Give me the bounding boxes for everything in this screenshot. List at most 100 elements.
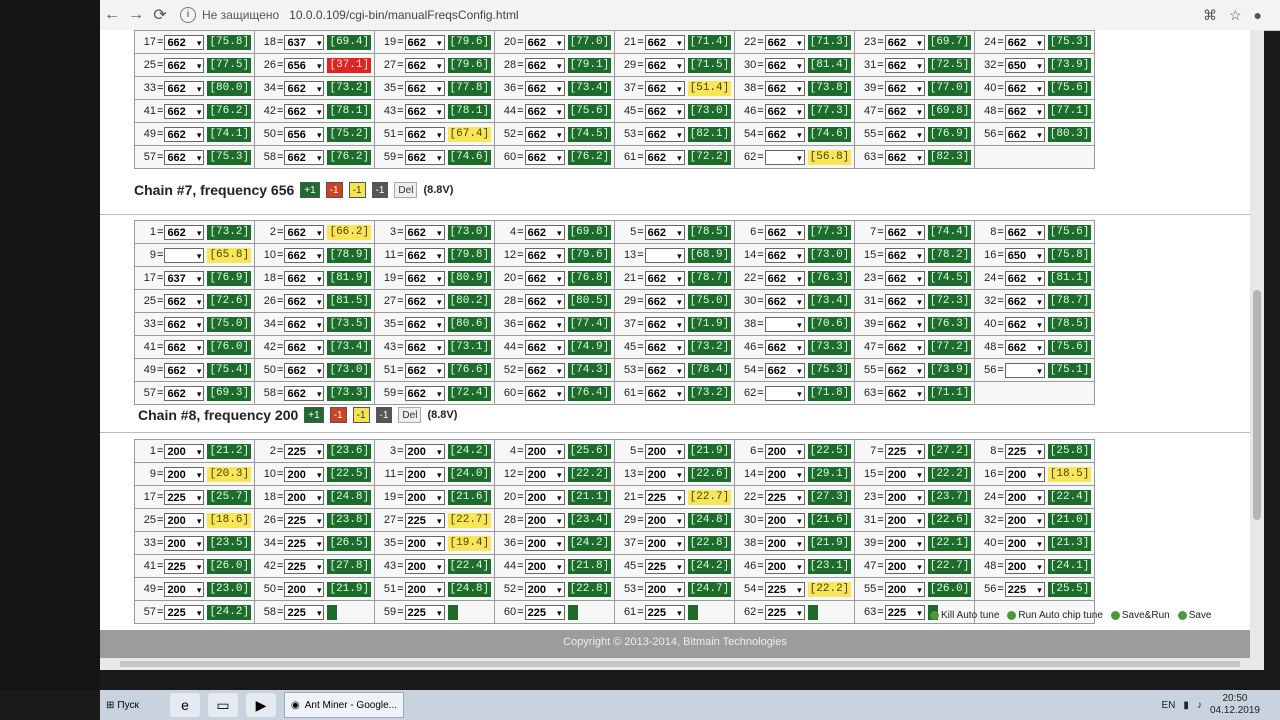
frequency-select[interactable] [764,316,805,333]
frequency-select[interactable]: 650 [1004,57,1045,74]
frequency-select[interactable]: 656 [284,126,325,143]
frequency-select[interactable]: 200 [284,581,325,598]
frequency-select[interactable]: 662 [524,270,565,287]
frequency-select[interactable]: 662 [1004,80,1045,97]
frequency-select[interactable]: 200 [1004,466,1045,483]
frequency-select[interactable]: 225 [644,558,685,575]
frequency-select[interactable]: 662 [164,339,205,356]
frequency-select[interactable]: 662 [404,247,445,264]
frequency-select[interactable]: 200 [764,466,805,483]
frequency-select[interactable]: 225 [764,489,805,506]
frequency-select[interactable]: 662 [1004,270,1045,287]
bookmark-star-icon[interactable]: ☆ [1229,7,1242,24]
frequency-select[interactable]: 200 [524,489,565,506]
frequency-select[interactable]: 662 [644,362,685,379]
frequency-select[interactable]: 662 [404,385,445,402]
frequency-select[interactable]: 200 [524,581,565,598]
frequency-select[interactable]: 662 [404,224,445,241]
frequency-select[interactable]: 662 [644,57,685,74]
frequency-select[interactable]: 662 [284,224,325,241]
chain7-delete-button[interactable]: Del [394,182,418,198]
frequency-select[interactable]: 650 [1004,247,1045,264]
frequency-select[interactable]: 200 [764,558,805,575]
frequency-select[interactable]: 662 [884,385,925,402]
frequency-select[interactable]: 662 [284,103,325,120]
frequency-select[interactable]: 662 [644,385,685,402]
frequency-select[interactable]: 225 [284,604,325,621]
taskbar-app-chrome[interactable]: ◉ Ant Miner - Google... [284,692,404,718]
frequency-select[interactable]: 662 [164,224,205,241]
frequency-select[interactable]: 200 [404,558,445,575]
frequency-select[interactable]: 662 [764,270,805,287]
frequency-select[interactable]: 662 [404,339,445,356]
frequency-select[interactable]: 200 [524,466,565,483]
scroll-thumb[interactable] [120,661,1240,667]
frequency-select[interactable]: 200 [1004,535,1045,552]
frequency-select[interactable]: 662 [524,224,565,241]
frequency-select[interactable]: 225 [284,535,325,552]
frequency-select[interactable] [764,385,805,402]
frequency-select[interactable]: 662 [644,103,685,120]
frequency-select[interactable]: 662 [884,224,925,241]
frequency-select[interactable]: 225 [884,443,925,460]
frequency-select[interactable]: 225 [1004,581,1045,598]
frequency-select[interactable]: 200 [644,466,685,483]
frequency-select[interactable]: 200 [1004,558,1045,575]
language-indicator[interactable]: EN [1162,700,1176,711]
frequency-select[interactable]: 662 [884,126,925,143]
frequency-select[interactable]: 200 [404,535,445,552]
frequency-select[interactable]: 662 [164,385,205,402]
frequency-select[interactable]: 200 [884,558,925,575]
frequency-select[interactable]: 662 [284,385,325,402]
frequency-select[interactable]: 200 [884,535,925,552]
frequency-select[interactable] [644,247,685,264]
frequency-select[interactable]: 200 [884,512,925,529]
frequency-select[interactable]: 225 [284,512,325,529]
frequency-select[interactable]: 662 [644,224,685,241]
back-icon[interactable]: ← [100,6,124,24]
frequency-select[interactable]: 200 [164,535,205,552]
frequency-select[interactable]: 662 [404,57,445,74]
frequency-select[interactable]: 200 [524,512,565,529]
frequency-select[interactable]: 200 [284,489,325,506]
frequency-select[interactable]: 662 [1004,103,1045,120]
frequency-select[interactable]: 662 [524,316,565,333]
frequency-select[interactable]: 662 [884,34,925,51]
start-button[interactable]: ⊞ Пуск [100,692,166,718]
frequency-select[interactable]: 662 [644,126,685,143]
frequency-select[interactable]: 662 [284,316,325,333]
frequency-select[interactable]: 200 [524,443,565,460]
frequency-select[interactable]: 662 [404,316,445,333]
frequency-select[interactable]: 662 [284,362,325,379]
frequency-select[interactable]: 662 [404,34,445,51]
frequency-select[interactable]: 200 [164,581,205,598]
frequency-select[interactable]: 662 [524,339,565,356]
frequency-select[interactable]: 225 [164,558,205,575]
frequency-select[interactable]: 656 [284,57,325,74]
chain8-minus-gray-button[interactable]: -1 [375,407,393,423]
frequency-select[interactable]: 200 [764,443,805,460]
frequency-select[interactable]: 225 [164,604,205,621]
frequency-select[interactable]: 662 [884,103,925,120]
frequency-select[interactable]: 200 [764,535,805,552]
frequency-select[interactable]: 225 [404,512,445,529]
url-text[interactable]: 10.0.0.109/cgi-bin/manualFreqsConfig.htm… [289,8,518,22]
frequency-select[interactable]: 662 [164,316,205,333]
frequency-select[interactable]: 662 [524,103,565,120]
frequency-select[interactable]: 225 [1004,443,1045,460]
frequency-select[interactable]: 200 [284,466,325,483]
kill-autotune-button[interactable]: Kill Auto tune [930,610,999,621]
frequency-select[interactable]: 662 [884,80,925,97]
frequency-select[interactable]: 662 [284,270,325,287]
frequency-select[interactable]: 662 [284,149,325,166]
frequency-select[interactable]: 662 [284,339,325,356]
frequency-select[interactable]: 225 [164,489,205,506]
frequency-select[interactable]: 662 [404,362,445,379]
frequency-select[interactable]: 200 [524,558,565,575]
frequency-select[interactable]: 662 [884,293,925,310]
frequency-select[interactable]: 662 [644,270,685,287]
frequency-select[interactable]: 662 [404,293,445,310]
frequency-select[interactable]: 662 [524,80,565,97]
frequency-select[interactable]: 662 [524,362,565,379]
frequency-select[interactable]: 200 [404,581,445,598]
